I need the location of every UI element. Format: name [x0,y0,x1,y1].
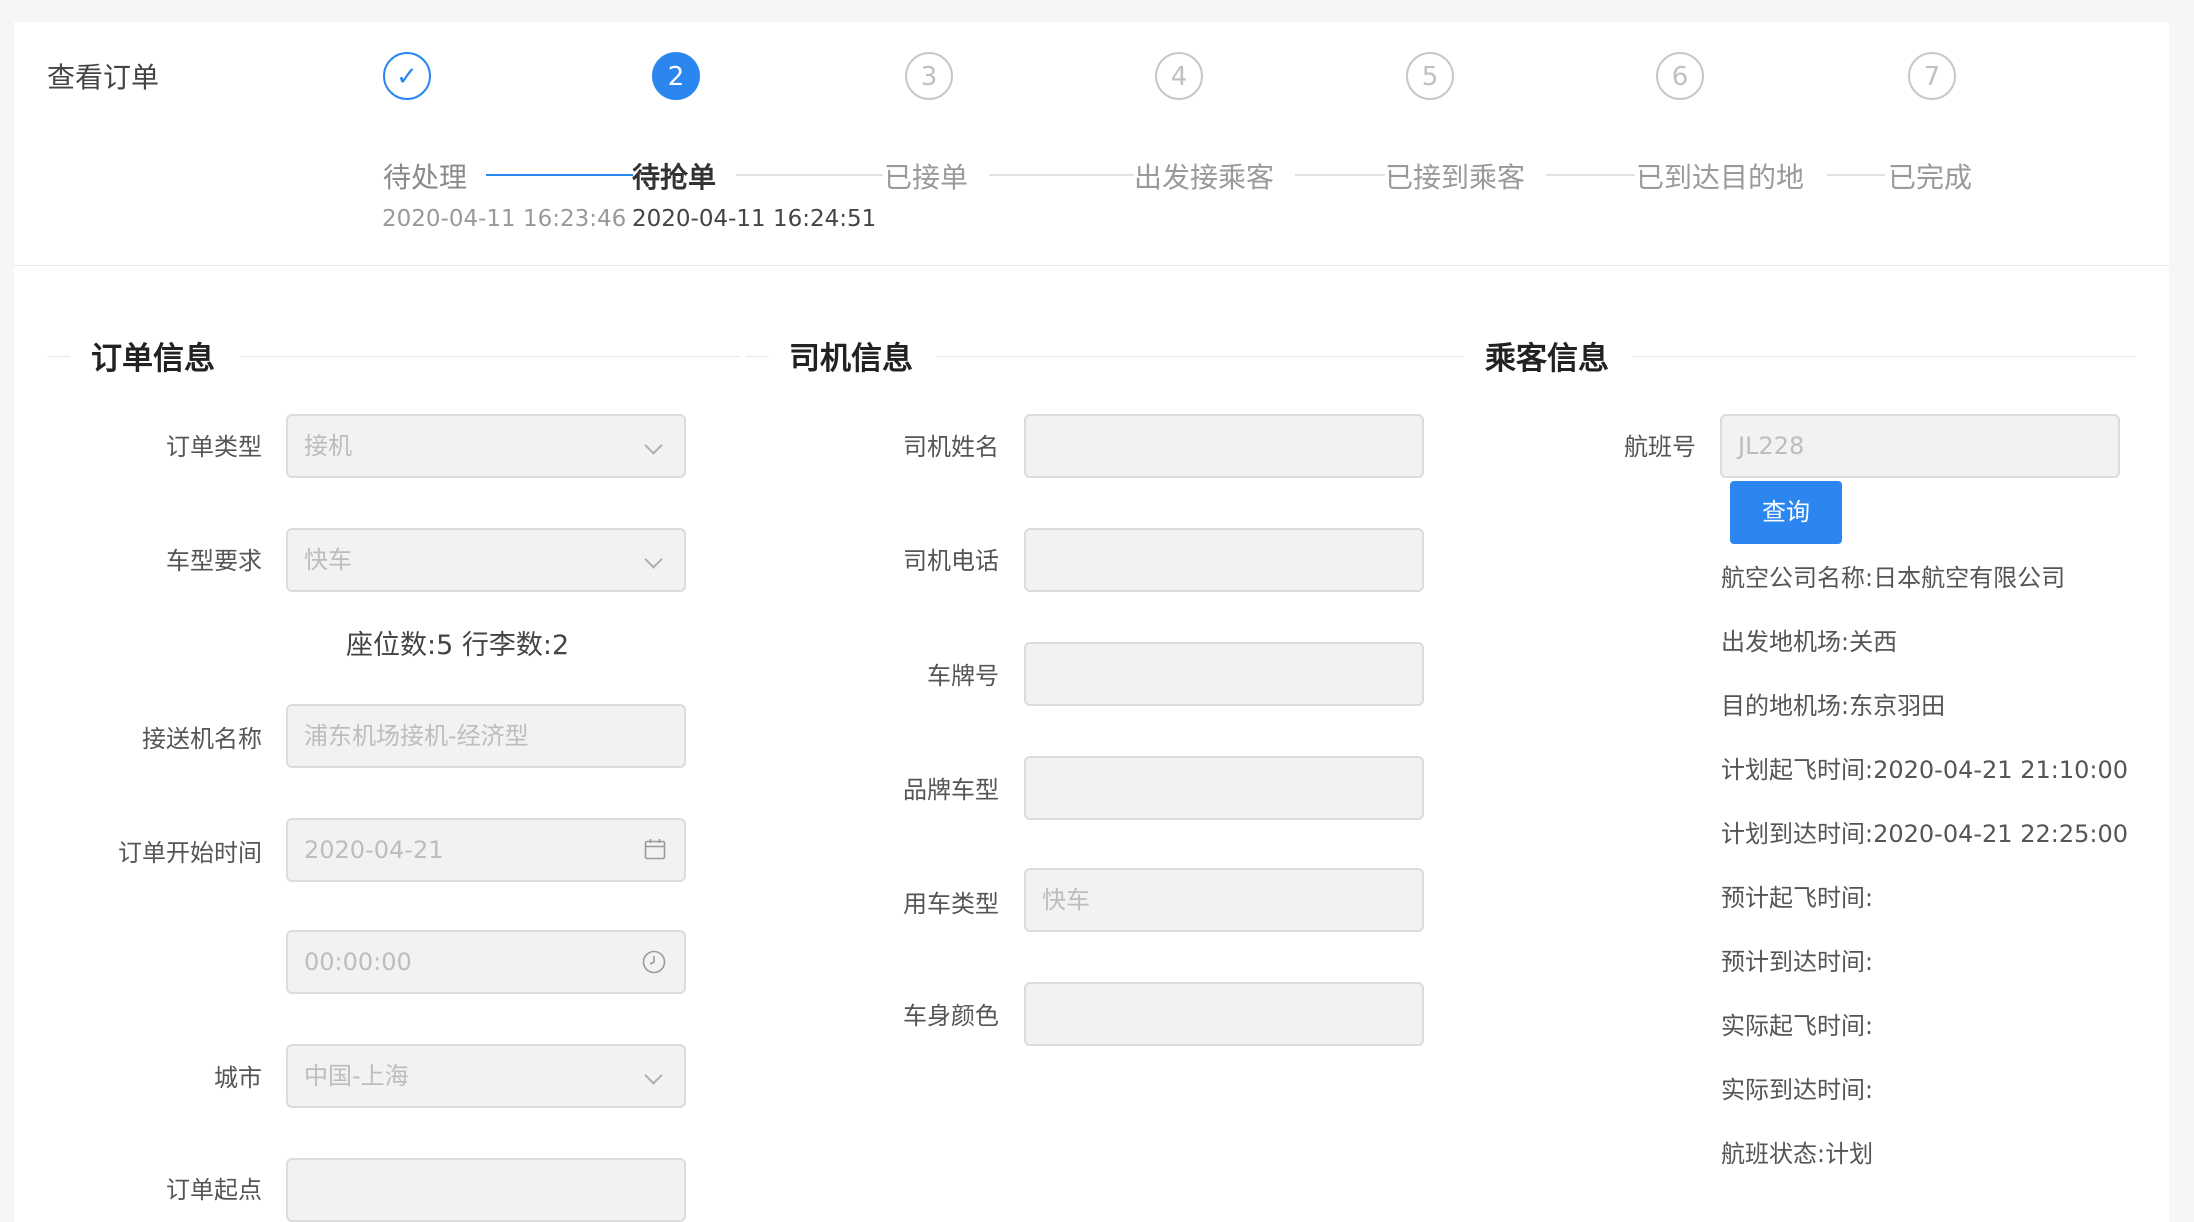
flight-number-value: JL228 [1738,432,1805,460]
chevron-down-icon [644,550,663,569]
brand-field[interactable] [1024,756,1424,820]
step-2-title: 待抢单 [632,161,717,194]
header-divider [14,265,2169,266]
section-divider [1632,356,2136,357]
car-type-select[interactable]: 快车 [286,528,686,592]
order-type-select[interactable]: 接机 [286,414,686,478]
step-7-circle: 7 [1908,52,1956,100]
planned-departure-time: 计划起飞时间:2020-04-21 21:10:00 [1721,756,2128,784]
start-time-value: 00:00:00 [304,948,412,976]
city-select[interactable]: 中国-上海 [286,1044,686,1108]
step-2-circle: 2 [652,52,700,100]
step-4-title: 出发接乘客 [1134,161,1275,194]
start-point-field[interactable] [286,1158,686,1222]
body-color-field[interactable] [1024,982,1424,1046]
transfer-name-label: 接送机名称 [142,725,262,753]
estimated-departure-time: 预计起飞时间: [1721,884,1874,912]
driver-phone-field[interactable] [1024,528,1424,592]
flight-number-field[interactable]: JL228 [1720,414,2120,478]
planned-arrival-time: 计划到达时间:2020-04-21 22:25:00 [1721,820,2128,848]
use-type-value: 快车 [1042,886,1090,914]
step-6-circle: 6 [1656,52,1704,100]
driver-phone-label: 司机电话 [903,547,999,575]
section-divider [746,356,769,357]
transfer-name-field[interactable]: 浦东机场接机-经济型 [286,704,686,768]
step-6-title: 已到达目的地 [1636,161,1805,194]
chevron-down-icon [644,1066,663,1085]
departure-airport: 出发地机场:关西 [1721,628,1898,656]
step-1-time: 2020-04-11 16:23:46 [382,206,627,232]
step-2-connector [736,174,883,176]
plate-field[interactable] [1024,642,1424,706]
section-divider [240,356,740,357]
step-3-circle: 3 [905,52,953,100]
brand-label: 品牌车型 [903,776,999,804]
city-label: 城市 [214,1064,262,1092]
car-type-value: 快车 [304,546,352,574]
step-4-connector [1295,174,1385,176]
flight-label: 航班号 [1624,433,1696,461]
step-2-time: 2020-04-11 16:24:51 [632,206,877,232]
query-button[interactable]: 查询 [1730,481,1842,544]
order-type-label: 订单类型 [166,433,262,461]
actual-departure-time: 实际起飞时间: [1721,1012,1874,1040]
step-6-connector [1827,174,1885,176]
order-info-title: 订单信息 [91,341,215,377]
step-3-connector [989,174,1134,176]
page-title: 查看订单 [47,61,160,94]
start-point-label: 订单起点 [166,1176,262,1204]
start-date-value: 2020-04-21 [304,836,444,864]
order-type-value: 接机 [304,432,352,460]
use-type-field[interactable]: 快车 [1024,868,1424,932]
section-divider [47,356,70,357]
step-4-circle: 4 [1155,52,1203,100]
step-3-title: 已接单 [884,161,969,194]
driver-info-title: 司机信息 [789,341,913,377]
passenger-info-title: 乘客信息 [1485,341,1609,377]
clock-icon [642,950,666,974]
start-time-picker[interactable]: 00:00:00 [286,930,686,994]
step-7-title: 已完成 [1888,161,1973,194]
section-divider [937,356,1463,357]
calendar-icon [644,839,666,860]
plate-label: 车牌号 [927,662,999,690]
transfer-name-value: 浦东机场接机-经济型 [304,722,529,750]
driver-name-field[interactable] [1024,414,1424,478]
car-type-label: 车型要求 [166,547,262,575]
city-value: 中国-上海 [304,1062,409,1090]
step-1-connector [486,174,633,176]
estimated-arrival-time: 预计到达时间: [1721,948,1874,976]
flight-status: 航班状态:计划 [1721,1140,1874,1168]
step-1-check-icon: ✓ [383,52,431,100]
step-5-circle: 5 [1406,52,1454,100]
airline-name: 航空公司名称:日本航空有限公司 [1721,564,2066,592]
start-date-picker[interactable]: 2020-04-21 [286,818,686,882]
body-color-label: 车身颜色 [903,1002,999,1030]
step-5-connector [1546,174,1635,176]
destination-airport: 目的地机场:东京羽田 [1721,692,1946,720]
use-type-label: 用车类型 [903,890,999,918]
step-5-title: 已接到乘客 [1385,161,1526,194]
start-time-label: 订单开始时间 [118,839,262,867]
step-1-title: 待处理 [383,161,468,194]
driver-name-label: 司机姓名 [903,433,999,461]
seat-luggage-info: 座位数:5 行李数:2 [346,630,570,661]
chevron-down-icon [644,436,663,455]
actual-arrival-time: 实际到达时间: [1721,1076,1874,1104]
